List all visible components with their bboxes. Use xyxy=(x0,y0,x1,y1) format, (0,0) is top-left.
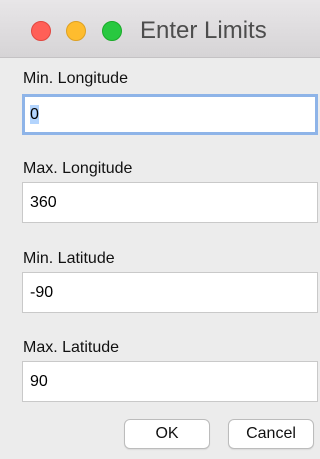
zoom-window-button[interactable] xyxy=(102,21,122,41)
cancel-button[interactable]: Cancel xyxy=(228,419,314,449)
max-latitude-input[interactable]: 90 xyxy=(22,361,318,402)
max-latitude-label: Max. Latitude xyxy=(23,339,120,356)
min-latitude-value: -90 xyxy=(30,284,54,301)
min-latitude-label: Min. Latitude xyxy=(23,250,115,267)
max-longitude-input[interactable]: 360 xyxy=(22,182,318,223)
max-longitude-value: 360 xyxy=(30,194,57,211)
minimize-window-button[interactable] xyxy=(66,21,86,41)
ok-button[interactable]: OK xyxy=(124,419,210,449)
min-longitude-label: Min. Longitude xyxy=(23,70,128,87)
title-bar[interactable]: Enter Limits xyxy=(0,0,320,58)
close-window-button[interactable] xyxy=(31,21,51,41)
min-latitude-input[interactable]: -90 xyxy=(22,272,318,313)
min-longitude-input[interactable]: 0 xyxy=(22,94,318,135)
max-longitude-label: Max. Longitude xyxy=(23,160,133,177)
min-longitude-value: 0 xyxy=(30,105,39,124)
window-title: Enter Limits xyxy=(140,17,267,44)
enter-limits-dialog: Enter Limits Min. Longitude 0 Max. Longi… xyxy=(0,0,320,459)
max-latitude-value: 90 xyxy=(30,373,48,390)
